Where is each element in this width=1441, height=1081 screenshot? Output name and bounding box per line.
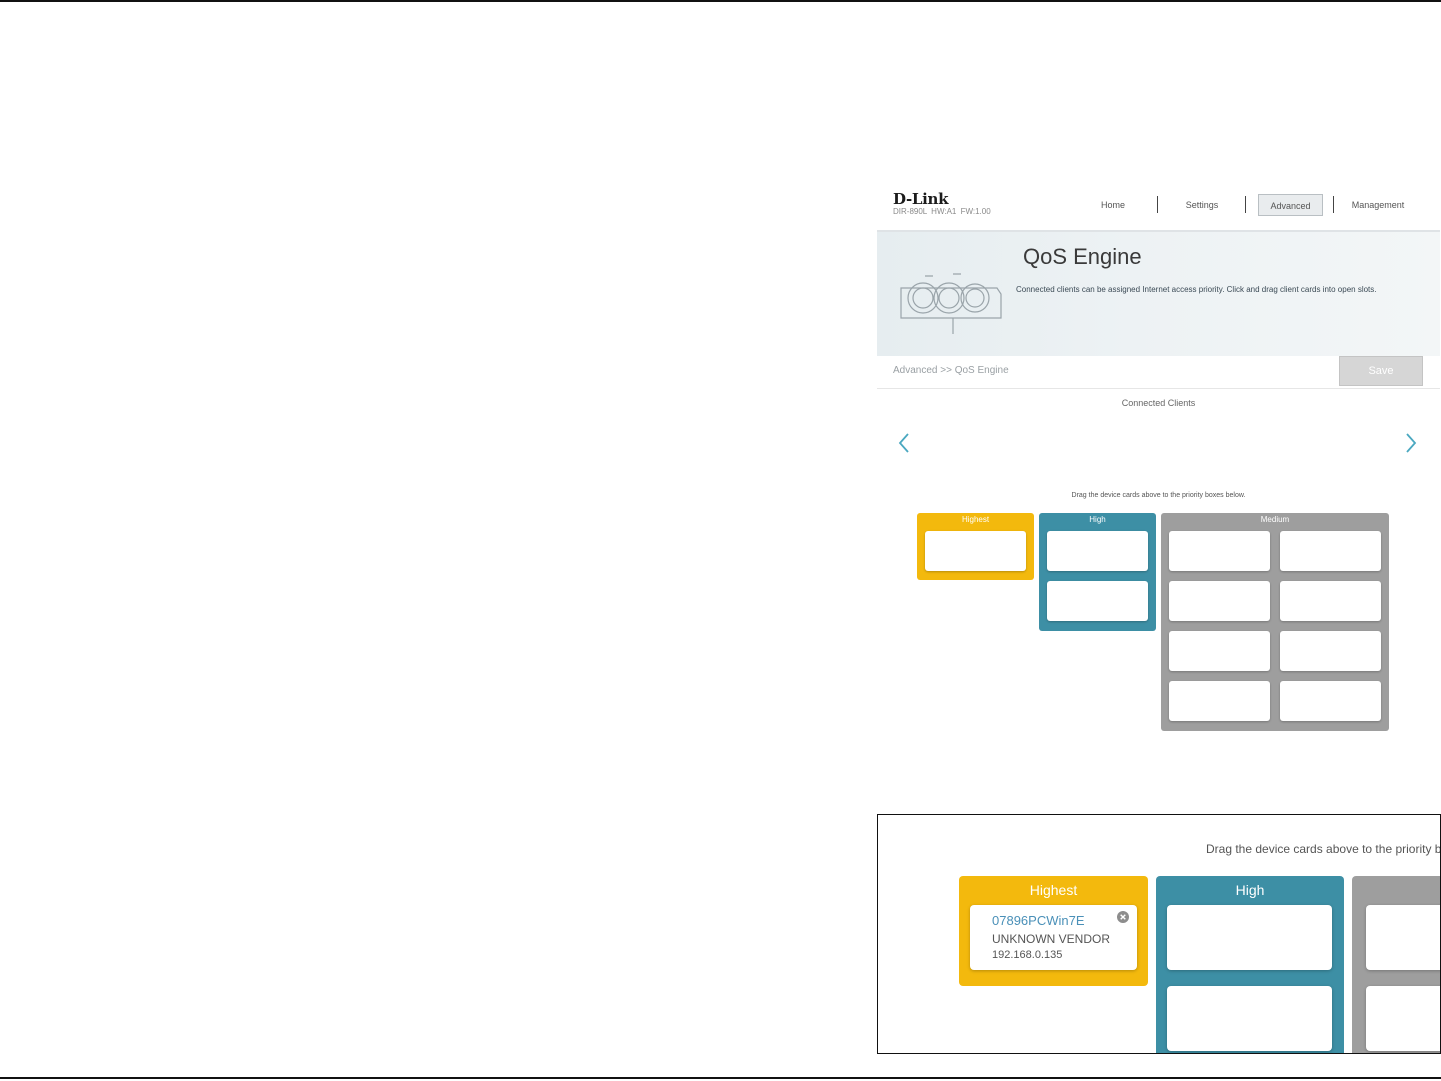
nav-separator	[1157, 196, 1158, 213]
close-icon[interactable]	[1117, 911, 1129, 923]
priority-title-highest: Highest	[961, 515, 990, 524]
nav-separator	[1245, 196, 1246, 213]
priority-slot[interactable]	[1167, 986, 1332, 1051]
nav-home[interactable]: Home	[1085, 194, 1141, 216]
priority-slot[interactable]	[1280, 631, 1381, 671]
priority-slot[interactable]	[1169, 581, 1270, 621]
priority-title-medium: Medium	[1260, 515, 1290, 524]
breadcrumb-bar: Advanced >> QoS Engine Save	[877, 356, 1440, 389]
priority-slot[interactable]	[1366, 986, 1440, 1051]
inset-drag-hint: Drag the device cards above to the prior…	[1206, 842, 1441, 856]
page-bottom-rule	[0, 1077, 1441, 1079]
priority-slot[interactable]	[925, 531, 1026, 571]
chevron-right-icon[interactable]	[1404, 432, 1418, 454]
page-title: QoS Engine	[1023, 244, 1142, 269]
priority-slot[interactable]	[1169, 531, 1270, 571]
priority-slot[interactable]	[1047, 581, 1148, 621]
inset-priority-title-highest: Highest	[1029, 882, 1078, 898]
inset-priority-box-highest: Highest 07896PCWin7E UNKNOWN VENDOR 192.…	[959, 876, 1148, 986]
page-description: Connected clients can be assigned Intern…	[1016, 285, 1377, 294]
nav-separator	[1333, 196, 1334, 213]
breadcrumb: Advanced >> QoS Engine	[893, 365, 1009, 376]
nav-advanced[interactable]: Advanced	[1258, 194, 1323, 216]
zoomed-inset: Drag the device cards above to the prior…	[877, 814, 1441, 1054]
nav-settings[interactable]: Settings	[1173, 194, 1231, 216]
priority-slot[interactable]	[1169, 631, 1270, 671]
chevron-left-icon[interactable]	[897, 432, 911, 454]
priority-slot[interactable]	[1047, 531, 1148, 571]
priority-slot[interactable]	[1167, 905, 1332, 970]
page-banner: QoS Engine Connected clients can be assi…	[877, 232, 1440, 356]
client-card[interactable]: 07896PCWin7E UNKNOWN VENDOR 192.168.0.13…	[970, 905, 1137, 970]
inset-priority-box-medium	[1352, 876, 1440, 1053]
priority-slot[interactable]	[1280, 581, 1381, 621]
nav-management[interactable]: Management	[1343, 194, 1413, 216]
client-card-name: 07896PCWin7E	[992, 913, 1085, 928]
priority-box-highest: Highest	[917, 513, 1034, 580]
priority-slot[interactable]	[1169, 681, 1270, 721]
drag-hint: Drag the device cards above to the prior…	[1071, 492, 1246, 499]
qos-engine-illustration-icon	[900, 273, 1002, 334]
priority-title-high: High	[1089, 515, 1106, 524]
client-card-vendor: UNKNOWN VENDOR	[992, 932, 1111, 946]
top-header: D-Link DIR-890L HW:A1 FW:1.00 Home Setti…	[877, 180, 1440, 232]
model-info: DIR-890L HW:A1 FW:1.00	[893, 207, 991, 216]
priority-slot[interactable]	[1280, 681, 1381, 721]
priority-box-medium: Medium	[1161, 513, 1389, 731]
priority-slot[interactable]	[1366, 905, 1440, 970]
priority-box-high: High	[1039, 513, 1156, 631]
save-button[interactable]: Save	[1339, 356, 1423, 386]
client-card-ip: 192.168.0.135	[992, 949, 1063, 961]
connected-clients-label: Connected Clients	[1121, 398, 1196, 408]
inset-priority-title-high: High	[1235, 882, 1265, 898]
router-ui-screenshot: D-Link DIR-890L HW:A1 FW:1.00 Home Setti…	[877, 180, 1440, 740]
inset-priority-box-high: High	[1156, 876, 1344, 1053]
priority-slot[interactable]	[1280, 531, 1381, 571]
brand-logo: D-Link	[893, 190, 949, 208]
page-top-rule	[0, 0, 1441, 2]
